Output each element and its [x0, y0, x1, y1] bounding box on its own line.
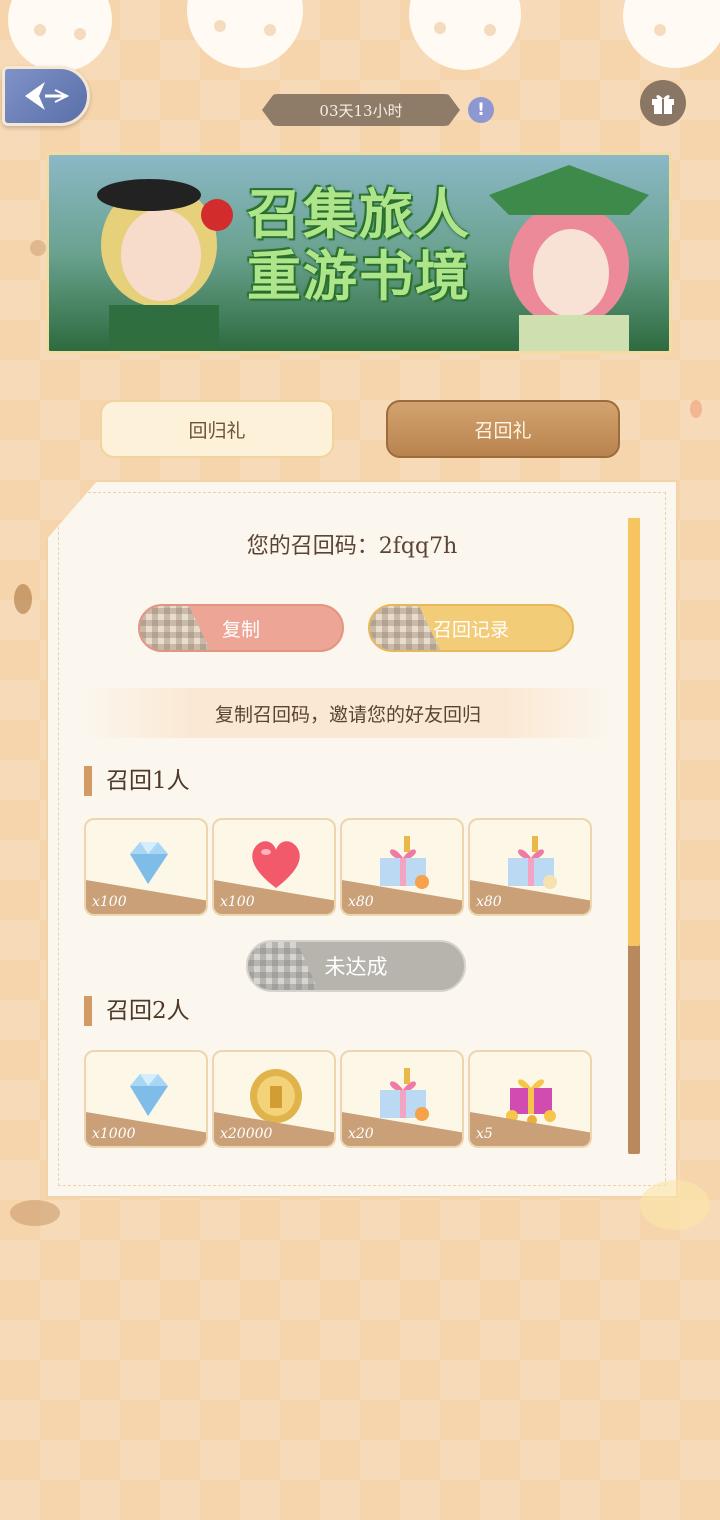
gold-coin-icon: [250, 1069, 302, 1123]
recall-code-label: 您的召回码：: [246, 534, 379, 559]
petal-decoration: [690, 400, 702, 418]
reward-item[interactable]: x100: [212, 818, 336, 916]
light-flare-decoration: [640, 1180, 710, 1230]
reward-item[interactable]: x20: [340, 1050, 464, 1148]
recall-panel: 您的召回码：2fqq7h 复制 召回记录 复制召回码，邀请您的好友回归 召回1人…: [46, 480, 678, 1198]
event-banner[interactable]: 召集旅人 重游书境: [46, 152, 672, 354]
reward-qty: x100: [92, 894, 127, 910]
plaid-decoration: [370, 606, 440, 650]
reward-item[interactable]: x80: [468, 818, 592, 916]
copy-button-label: 复制: [221, 618, 260, 641]
reward-item[interactable]: x80: [340, 818, 464, 916]
invite-hint-text: 复制召回码，邀请您的好友回归: [214, 703, 481, 726]
recall-code-value[interactable]: 2fqq7h: [379, 534, 457, 559]
plaid-decoration: [248, 942, 318, 990]
info-icon[interactable]: !: [468, 97, 494, 123]
tab-recall-gift[interactable]: 召回礼: [386, 400, 620, 458]
gift-button[interactable]: [640, 80, 686, 126]
reward-qty: x20: [348, 1126, 374, 1142]
lace-decoration: [8, 0, 720, 72]
tier1-title: 召回1人: [84, 766, 190, 796]
tab-return-gift[interactable]: 回归礼: [100, 400, 334, 458]
back-button[interactable]: [2, 66, 90, 126]
not-achieved-button[interactable]: 未达成: [246, 940, 466, 992]
reward-item[interactable]: x20000: [212, 1050, 336, 1148]
heart-icon: [252, 841, 300, 888]
treasure-gift-icon: [506, 1079, 556, 1125]
banner-title: 召集旅人 重游书境: [49, 183, 669, 307]
reward-qty: x100: [220, 894, 255, 910]
reward-item[interactable]: x5: [468, 1050, 592, 1148]
reward-qty: x5: [476, 1126, 493, 1142]
reward-qty: x1000: [92, 1126, 136, 1142]
recall-code-line: 您的召回码：2fqq7h: [48, 528, 656, 560]
tab-recall-gift-label: 召回礼: [474, 419, 532, 442]
petal-decoration: [30, 240, 46, 256]
gift-box-icon: [380, 836, 429, 889]
plaid-decoration: [140, 606, 210, 650]
back-arrow-icon: [25, 82, 70, 110]
gift-icon: [652, 95, 674, 114]
reward-qty: x80: [476, 894, 502, 910]
leaf-decoration: [14, 584, 32, 614]
not-achieved-label: 未达成: [324, 955, 388, 979]
reward-qty: x20000: [220, 1126, 273, 1142]
diamond-icon: [130, 842, 168, 884]
recall-record-button-label: 召回记录: [432, 618, 509, 641]
invite-hint: 复制召回码，邀请您的好友回归: [88, 688, 608, 738]
banner-title-line2: 重游书境: [247, 244, 471, 308]
recall-record-button[interactable]: 召回记录: [368, 604, 574, 652]
diamond-icon: [130, 1074, 168, 1116]
tier1-reward-list: x100 x100 x80 x80: [84, 818, 592, 916]
reward-qty: x80: [348, 894, 374, 910]
banner-title-line1: 召集旅人: [247, 182, 471, 246]
gift-box-icon: [508, 836, 557, 889]
butterfly-decoration: [10, 1200, 60, 1226]
reward-item[interactable]: x1000: [84, 1050, 208, 1148]
event-timer: 03天13小时: [262, 94, 460, 126]
timer-text: 03天13小时: [319, 101, 403, 120]
copy-button[interactable]: 复制: [138, 604, 344, 652]
tier2-title: 召回2人: [84, 996, 190, 1026]
tier2-reward-list: x1000 x20000 x20 x5: [84, 1050, 592, 1148]
reward-item[interactable]: x100: [84, 818, 208, 916]
scrollbar[interactable]: [628, 518, 640, 1154]
scrollbar-thumb[interactable]: [628, 518, 640, 946]
gift-box-icon: [380, 1068, 429, 1121]
tab-return-gift-label: 回归礼: [188, 419, 246, 442]
